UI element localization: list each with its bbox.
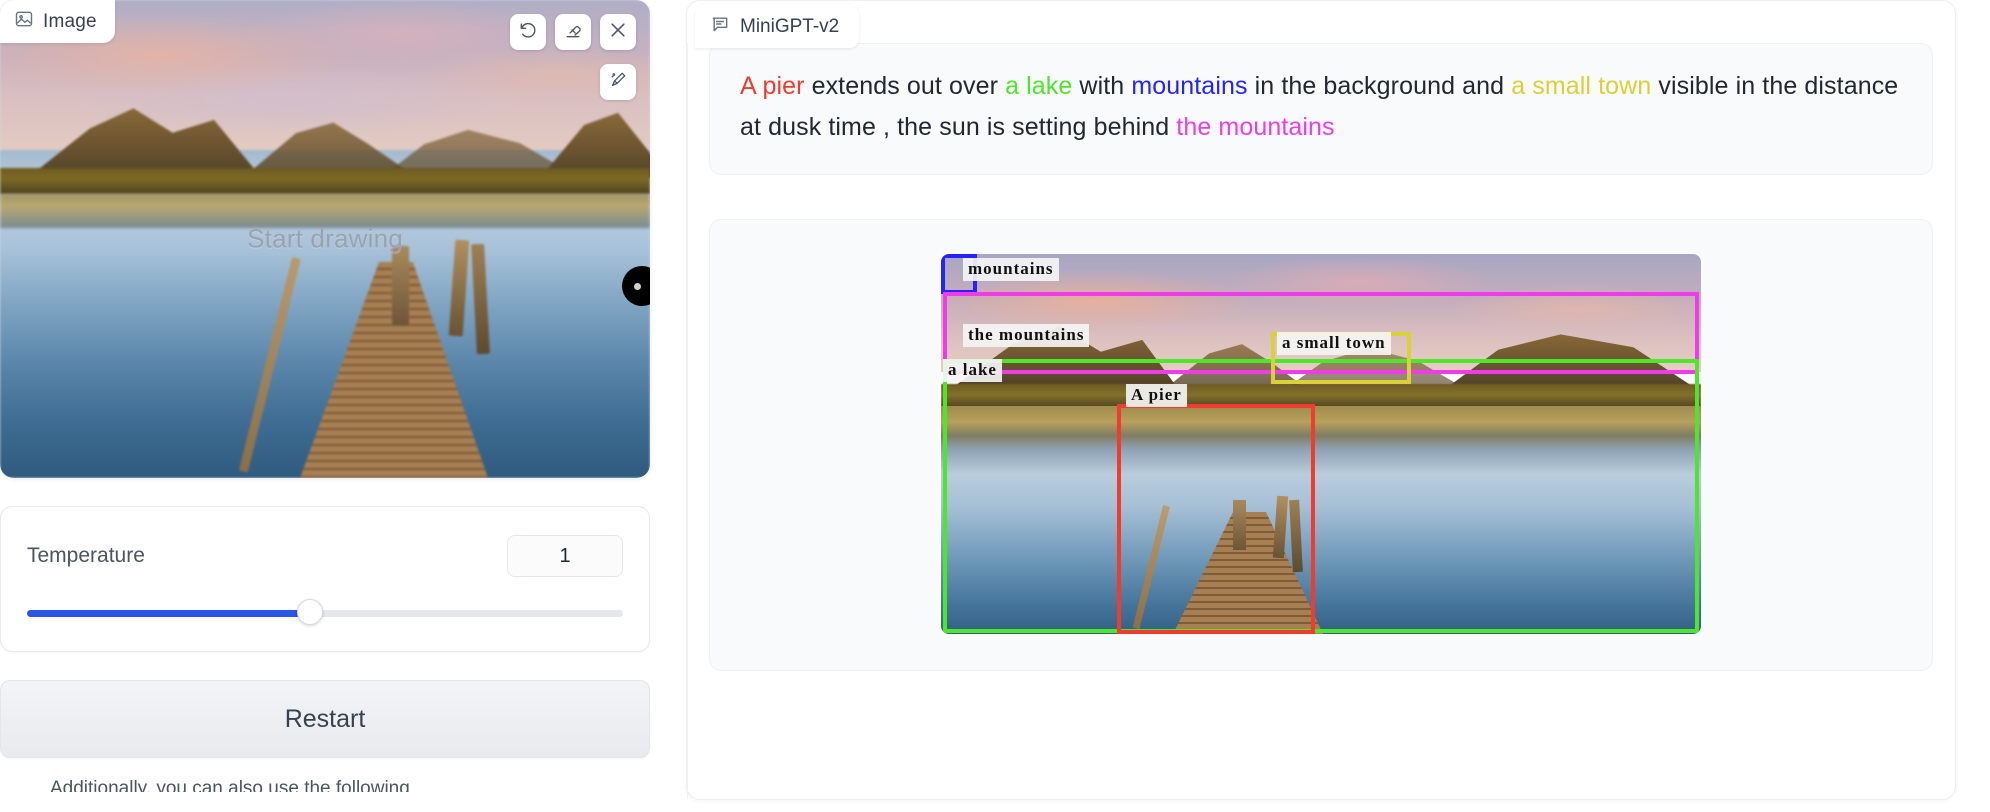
bounding-box <box>1117 404 1315 634</box>
undo-icon <box>518 20 538 45</box>
photo-pier-post <box>471 243 490 355</box>
close-icon <box>608 20 628 45</box>
model-tab-label: MiniGPT-v2 <box>740 15 840 37</box>
brush-button[interactable] <box>600 64 636 100</box>
footer-clipped-text: Additionally, you can also use the follo… <box>50 778 410 792</box>
slider-thumb[interactable] <box>297 599 324 625</box>
response-seg: with <box>1072 72 1132 100</box>
photo-pier-rail <box>238 256 301 473</box>
temperature-row: Temperature 1 <box>27 535 623 577</box>
image-tab-label: Image <box>43 10 97 32</box>
brush-icon <box>608 70 628 95</box>
restart-button[interactable]: Restart <box>0 680 650 758</box>
bounding-box-label: the mountains <box>963 324 1090 347</box>
photo-pier-post <box>448 239 470 337</box>
assistant-message-text: A pier extends out over a lake with moun… <box>709 43 1933 175</box>
temperature-value-input[interactable]: 1 <box>507 535 623 577</box>
photo-treeline <box>0 168 650 194</box>
response-seg: A pier <box>740 72 805 100</box>
image-toolbar <box>510 14 636 50</box>
chat-body: A pier extends out over a lake with moun… <box>687 43 1955 799</box>
slider-fill <box>27 610 311 617</box>
model-tab-chip: MiniGPT-v2 <box>695 5 860 48</box>
image-canvas-card[interactable]: Image Start drawing <box>0 0 650 478</box>
eraser-button[interactable] <box>555 14 591 50</box>
grounded-image[interactable]: mountains the mountains a lake a small town… <box>941 254 1701 634</box>
app-root: Image Start drawing Temperature 1 Restar… <box>0 0 1990 812</box>
bounding-box-label: a lake <box>943 359 1002 382</box>
eraser-icon <box>563 20 583 45</box>
temperature-card: Temperature 1 <box>0 506 650 652</box>
assistant-message-image: mountains the mountains a lake a small town… <box>709 219 1933 671</box>
response-seg: the mountains <box>1176 113 1335 141</box>
response-seg: in the background and <box>1247 72 1512 100</box>
bounding-box-label: a small town <box>1277 332 1391 355</box>
undo-button[interactable] <box>510 14 546 50</box>
right-panel: MiniGPT-v2 A pier extends out over a lak… <box>686 0 1956 812</box>
chat-icon <box>710 14 730 39</box>
image-tab-chip: Image <box>0 0 115 43</box>
bounding-box-label: mountains <box>963 258 1059 281</box>
bounding-box <box>943 359 1699 633</box>
response-seg: mountains <box>1131 72 1248 100</box>
temperature-label: Temperature <box>27 544 145 567</box>
photo-shore-reflection <box>0 194 650 228</box>
close-button[interactable] <box>600 14 636 50</box>
photo-pier-post <box>392 246 409 326</box>
image-icon <box>14 9 34 34</box>
chat-panel: MiniGPT-v2 A pier extends out over a lak… <box>686 0 1956 800</box>
temperature-slider[interactable] <box>27 599 623 625</box>
source-photo <box>0 0 650 478</box>
left-panel: Image Start drawing Temperature 1 Restar… <box>0 0 650 812</box>
response-seg: a small town <box>1511 72 1652 100</box>
response-seg: extends out over <box>804 72 1006 100</box>
bounding-box-label: A pier <box>1126 384 1187 407</box>
response-seg: a lake <box>1005 72 1073 100</box>
